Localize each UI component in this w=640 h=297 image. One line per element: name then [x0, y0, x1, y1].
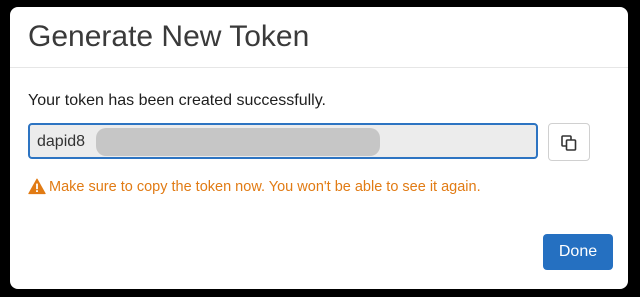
warning-triangle-icon — [28, 178, 46, 195]
done-button[interactable]: Done — [543, 234, 613, 270]
token-field[interactable]: dapid8 — [28, 123, 538, 159]
token-value: dapid8 — [37, 133, 86, 150]
copy-token-button[interactable] — [548, 123, 590, 161]
success-message: Your token has been created successfully… — [28, 92, 326, 109]
generate-token-dialog: Generate New Token Your token has been c… — [10, 7, 628, 289]
copy-icon — [561, 135, 577, 151]
dialog-title: Generate New Token — [28, 20, 310, 53]
warning-text: Make sure to copy the token now. You won… — [49, 179, 481, 195]
dialog-header: Generate New Token — [10, 7, 628, 68]
token-redaction-overlay — [96, 128, 380, 156]
